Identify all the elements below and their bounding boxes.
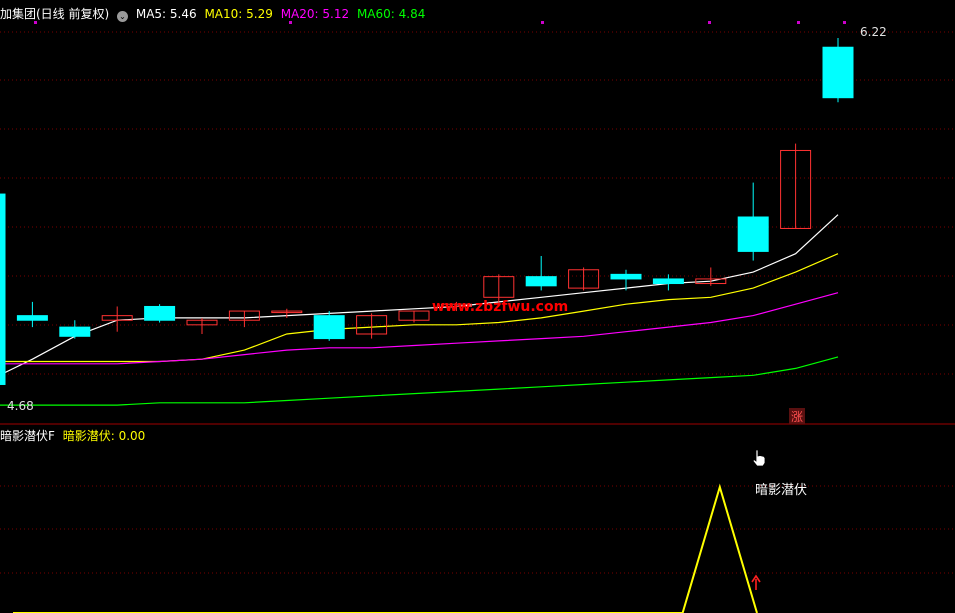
ma-line-ma60 — [0, 356, 839, 406]
price-high-label: 6.22 — [860, 25, 887, 39]
settings-circle-icon[interactable]: ⌄ — [117, 11, 129, 22]
candlestick-series — [0, 38, 854, 385]
candle-body-8 — [313, 315, 345, 340]
ma60-label: MA60: 4.84 — [356, 7, 426, 21]
hand-cursor-icon — [752, 449, 766, 467]
ma5-label: MA5: 5.46 — [135, 7, 197, 21]
price-low-label: 4.68 — [7, 399, 34, 413]
signal-line — [13, 483, 758, 613]
candle-body-20 — [822, 46, 854, 99]
chart-header: 加集团(日线 前复权) ⌄ MA5: 5.46 MA10: 5.29 MA20:… — [0, 5, 429, 22]
ma20-label: MA20: 5.12 — [280, 7, 350, 21]
stock-chart[interactable]: www.zbzfwu.com 6.22 4.68 涨 暗影潜伏 — [0, 0, 955, 613]
signal-label: 暗影潜伏 — [755, 483, 807, 498]
candle-body-13 — [525, 276, 557, 287]
watermark-text: www.zbzfwu.com — [432, 299, 568, 315]
candle-body-15 — [610, 273, 642, 280]
candle-body-18 — [737, 216, 769, 252]
top-marker-4 — [797, 21, 800, 24]
ma10-label: MA10: 5.29 — [204, 7, 273, 21]
ma-line-ma20 — [0, 292, 839, 365]
candle-body-2 — [59, 326, 91, 337]
signal-panel — [13, 483, 758, 613]
top-marker-2 — [541, 21, 544, 24]
candle-body-1 — [16, 315, 48, 321]
limit-up-badge: 涨 — [791, 409, 803, 424]
candle-body-0 — [0, 193, 6, 385]
indicator-header: 暗影潜伏F 暗影潜伏: 0.00 — [0, 427, 145, 444]
candle-body-4 — [144, 305, 176, 321]
top-marker-3 — [708, 21, 711, 24]
moving-average-lines — [0, 214, 839, 406]
candle-body-16 — [652, 278, 684, 285]
top-marker-5 — [843, 21, 846, 24]
indicator-value: 暗影潜伏: 0.00 — [62, 429, 146, 443]
up-arrow-icon — [751, 574, 761, 590]
indicator-name: 暗影潜伏F — [0, 429, 55, 443]
stock-title: 加集团(日线 前复权) — [0, 7, 110, 21]
